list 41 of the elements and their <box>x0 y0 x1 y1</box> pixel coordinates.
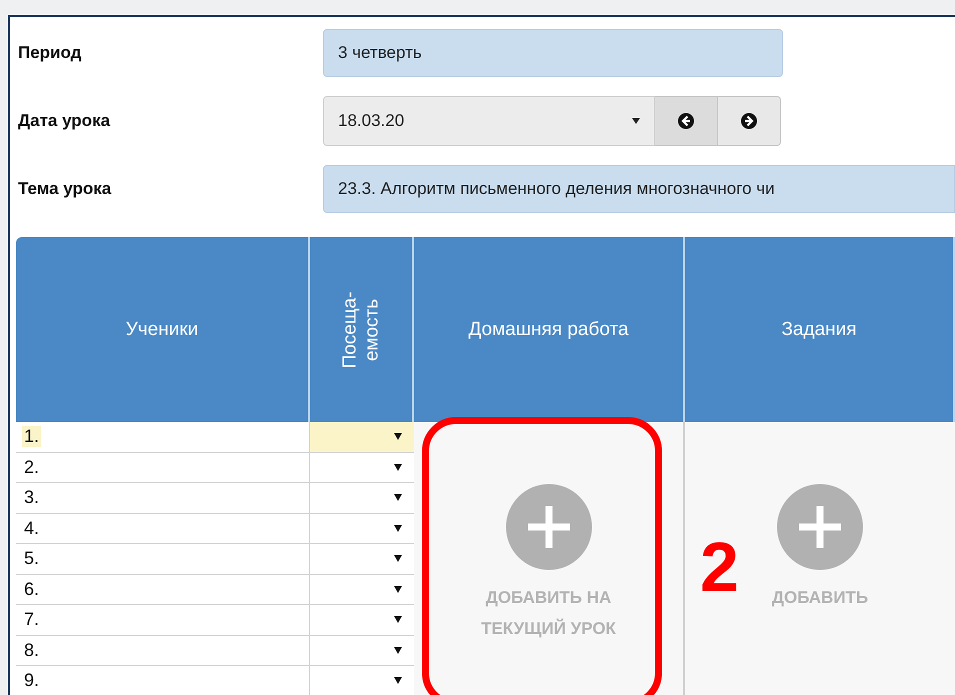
dropdown-caret-icon[interactable] <box>394 433 402 440</box>
column-header: Посеща- емость <box>310 237 414 422</box>
dropdown-caret-icon[interactable] <box>394 494 402 502</box>
row-number: 2. <box>23 456 40 478</box>
topic-field[interactable]: 23.3. Алгоритм письменного деления многозначного чи <box>323 165 955 213</box>
dropdown-caret-icon[interactable] <box>394 646 402 654</box>
row-number: 4. <box>23 518 40 539</box>
student-row[interactable]: 3. <box>16 483 414 514</box>
column-header: Задания <box>685 237 955 422</box>
field-label: Дата урока <box>17 111 112 131</box>
dropdown-caret-icon[interactable] <box>394 616 402 624</box>
student-row[interactable]: 1. <box>16 422 414 452</box>
field-label: Период <box>17 43 82 63</box>
period-field[interactable]: 3 четверть <box>323 29 783 77</box>
row-number: 1. <box>22 426 42 448</box>
dropdown-caret-icon[interactable] <box>394 586 402 593</box>
next-button[interactable] <box>718 96 781 146</box>
student-row[interactable]: 2. <box>16 452 414 483</box>
annotation-number: 2 <box>700 532 739 602</box>
student-row[interactable]: 4. <box>16 514 414 544</box>
field-label: Тема урока <box>17 179 112 199</box>
row-number: 7. <box>23 609 40 630</box>
column-header: Ученики <box>16 237 310 422</box>
student-row[interactable]: 5. <box>16 544 414 574</box>
dropdown-caret-icon[interactable] <box>394 677 402 684</box>
previous-button[interactable] <box>655 96 718 146</box>
student-row[interactable]: 8. <box>16 636 414 666</box>
column-header: Домашняя работа <box>414 237 685 422</box>
dropdown-caret-icon[interactable] <box>394 464 402 471</box>
row-number: 6. <box>23 578 40 600</box>
date-select[interactable]: 18.03.20 <box>323 96 655 146</box>
student-row[interactable]: 7. <box>16 605 414 636</box>
dropdown-caret-icon[interactable] <box>394 555 402 562</box>
add-icon <box>506 484 592 570</box>
row-number: 8. <box>23 640 40 661</box>
student-row[interactable]: 6. <box>16 574 414 605</box>
add-icon <box>777 484 863 570</box>
row-number: 9. <box>23 670 40 692</box>
row-number: 3. <box>23 487 40 508</box>
row-number: 5. <box>23 548 40 570</box>
dropdown-caret-icon[interactable] <box>394 524 402 532</box>
